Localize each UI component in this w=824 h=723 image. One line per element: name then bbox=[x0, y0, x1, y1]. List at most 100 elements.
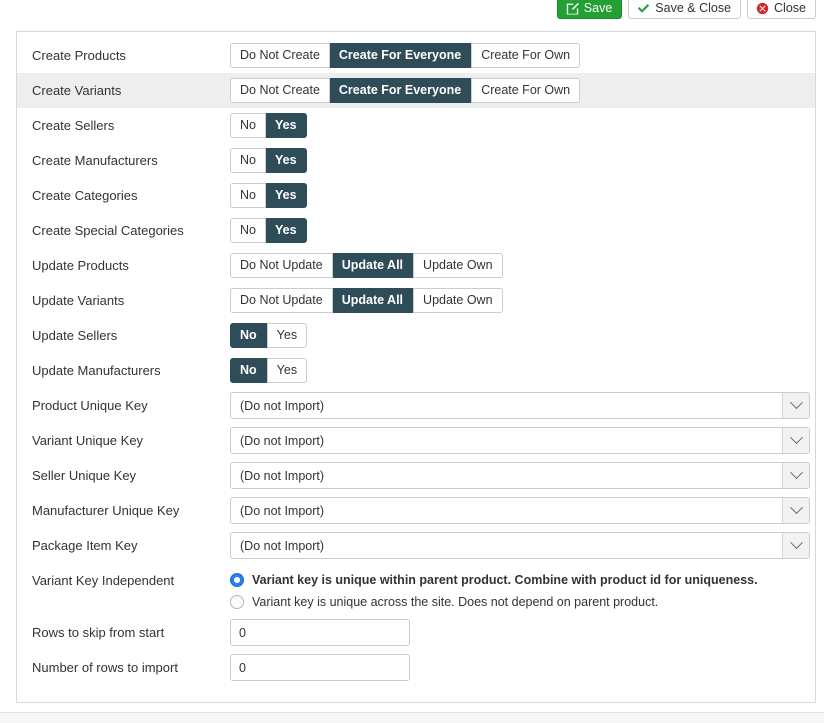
settings-row-variant-unique-key: Variant Unique Key (Do not Import) bbox=[17, 423, 815, 458]
option-update-own[interactable]: Update Own bbox=[413, 253, 503, 278]
row-label: Package Item Key bbox=[32, 537, 138, 553]
radio-selected-icon[interactable] bbox=[230, 573, 244, 587]
chevron-down-icon[interactable] bbox=[782, 533, 809, 558]
settings-row-update-sellers: Update Sellers No Yes bbox=[17, 318, 815, 353]
settings-row-update-products: Update Products Do Not Update Update All Up… bbox=[17, 248, 815, 283]
row-label: Rows to skip from start bbox=[32, 624, 165, 640]
select-seller-unique-key[interactable]: (Do not Import) bbox=[230, 462, 810, 489]
input-number-of-rows-to-import[interactable] bbox=[230, 654, 410, 681]
option-no[interactable]: No bbox=[230, 183, 266, 208]
option-no[interactable]: No bbox=[230, 148, 266, 173]
toolbar-button-label: Save & Close bbox=[655, 0, 732, 15]
close-circle-icon bbox=[756, 2, 769, 15]
row-label: Update Products bbox=[32, 257, 129, 273]
option-create-for-own[interactable]: Create For Own bbox=[471, 78, 581, 103]
import-settings-panel: Create Products Do Not Create Create For E… bbox=[16, 31, 816, 703]
input-rows-to-skip-from-start[interactable] bbox=[230, 619, 410, 646]
save-close-button[interactable]: Save & Close bbox=[628, 0, 742, 19]
button-group-create-categories: No Yes bbox=[230, 183, 307, 208]
select-variant-unique-key[interactable]: (Do not Import) bbox=[230, 427, 810, 454]
option-yes[interactable]: Yes bbox=[266, 358, 308, 383]
option-create-for-everyone[interactable]: Create For Everyone bbox=[329, 78, 472, 103]
radio-option-label: Variant key is unique across the site. D… bbox=[252, 595, 659, 609]
settings-row-variant-key-independent: Variant Key Independent Variant key is un… bbox=[17, 563, 815, 615]
row-label: Number of rows to import bbox=[32, 659, 178, 675]
option-do-not-create[interactable]: Do Not Create bbox=[230, 43, 330, 68]
option-yes[interactable]: Yes bbox=[265, 183, 307, 208]
chevron-down-icon[interactable] bbox=[782, 393, 809, 418]
row-label: Variant Key Independent bbox=[32, 573, 175, 588]
select-value: (Do not Import) bbox=[240, 503, 325, 518]
button-group-create-special-categories: No Yes bbox=[230, 218, 307, 243]
option-do-not-create[interactable]: Do Not Create bbox=[230, 78, 330, 103]
select-package-item-key[interactable]: (Do not Import) bbox=[230, 532, 810, 559]
chevron-down-icon[interactable] bbox=[782, 463, 809, 488]
option-no[interactable]: No bbox=[230, 113, 266, 138]
button-group-update-sellers: No Yes bbox=[230, 323, 308, 348]
settings-row-rows-to-skip-from-start: Rows to skip from start bbox=[17, 615, 815, 650]
row-field: Do Not Update Update All Update Own bbox=[230, 253, 815, 278]
option-yes[interactable]: Yes bbox=[265, 113, 307, 138]
option-update-all[interactable]: Update All bbox=[332, 253, 414, 278]
footer-strip bbox=[0, 712, 824, 723]
settings-row-create-special-categories: Create Special Categories No Yes bbox=[17, 213, 815, 248]
row-field: No Yes bbox=[230, 148, 815, 173]
settings-row-number-of-rows-to-import: Number of rows to import bbox=[17, 650, 815, 685]
close-button[interactable]: Close bbox=[747, 0, 816, 19]
option-yes[interactable]: Yes bbox=[265, 148, 307, 173]
chevron-down-icon[interactable] bbox=[782, 498, 809, 523]
row-field: (Do not Import) bbox=[230, 462, 824, 489]
settings-row-update-manufacturers: Update Manufacturers No Yes bbox=[17, 353, 815, 388]
chevron-down-icon[interactable] bbox=[782, 428, 809, 453]
option-no[interactable]: No bbox=[230, 323, 267, 348]
option-create-for-own[interactable]: Create For Own bbox=[471, 43, 581, 68]
select-value: (Do not Import) bbox=[240, 433, 325, 448]
settings-row-create-products: Create Products Do Not Create Create For E… bbox=[17, 38, 815, 73]
radio-unselected-icon[interactable] bbox=[230, 595, 244, 609]
radio-option-2[interactable]: Variant key is unique across the site. D… bbox=[230, 595, 758, 609]
top-toolbar: Save Save & Close Close bbox=[556, 0, 816, 20]
row-label: Create Sellers bbox=[32, 117, 115, 133]
option-do-not-update[interactable]: Do Not Update bbox=[230, 253, 333, 278]
option-no[interactable]: No bbox=[230, 218, 266, 243]
option-yes[interactable]: Yes bbox=[265, 218, 307, 243]
row-field: (Do not Import) bbox=[230, 497, 824, 524]
row-field: No Yes bbox=[230, 218, 815, 243]
row-label: Create Special Categories bbox=[32, 222, 184, 238]
row-label: Variant Unique Key bbox=[32, 432, 144, 448]
settings-row-list: Create Products Do Not Create Create For E… bbox=[17, 32, 815, 685]
row-field: No Yes bbox=[230, 113, 815, 138]
radio-option-label: Variant key is unique within parent prod… bbox=[252, 573, 758, 587]
select-manufacturer-unique-key[interactable]: (Do not Import) bbox=[230, 497, 810, 524]
button-group-create-manufacturers: No Yes bbox=[230, 148, 307, 173]
button-group-create-products: Do Not Create Create For Everyone Create F… bbox=[230, 43, 581, 68]
select-value: (Do not Import) bbox=[240, 398, 325, 413]
row-field: No Yes bbox=[230, 358, 815, 383]
option-no[interactable]: No bbox=[230, 358, 267, 383]
settings-row-package-item-key: Package Item Key (Do not Import) bbox=[17, 528, 815, 563]
option-yes[interactable]: Yes bbox=[266, 323, 308, 348]
row-label: Create Manufacturers bbox=[32, 152, 158, 168]
save-button[interactable]: Save bbox=[556, 0, 623, 19]
settings-row-create-sellers: Create Sellers No Yes bbox=[17, 108, 815, 143]
row-label: Create Variants bbox=[32, 82, 122, 98]
row-field: Do Not Update Update All Update Own bbox=[230, 288, 815, 313]
radio-option-1[interactable]: Variant key is unique within parent prod… bbox=[230, 573, 758, 587]
option-update-own[interactable]: Update Own bbox=[413, 288, 503, 313]
button-group-create-sellers: No Yes bbox=[230, 113, 307, 138]
option-update-all[interactable]: Update All bbox=[332, 288, 414, 313]
save-edit-icon bbox=[566, 2, 579, 15]
toolbar-button-label: Close bbox=[774, 0, 806, 15]
settings-row-create-categories: Create Categories No Yes bbox=[17, 178, 815, 213]
button-group-update-manufacturers: No Yes bbox=[230, 358, 308, 383]
option-do-not-update[interactable]: Do Not Update bbox=[230, 288, 333, 313]
select-value: (Do not Import) bbox=[240, 468, 325, 483]
button-group-update-variants: Do Not Update Update All Update Own bbox=[230, 288, 503, 313]
row-label: Product Unique Key bbox=[32, 397, 148, 413]
settings-row-create-manufacturers: Create Manufacturers No Yes bbox=[17, 143, 815, 178]
row-field: Variant key is unique within parent prod… bbox=[230, 569, 815, 613]
select-product-unique-key[interactable]: (Do not Import) bbox=[230, 392, 810, 419]
option-create-for-everyone[interactable]: Create For Everyone bbox=[329, 43, 472, 68]
row-label: Update Manufacturers bbox=[32, 362, 161, 378]
row-field: No Yes bbox=[230, 183, 815, 208]
